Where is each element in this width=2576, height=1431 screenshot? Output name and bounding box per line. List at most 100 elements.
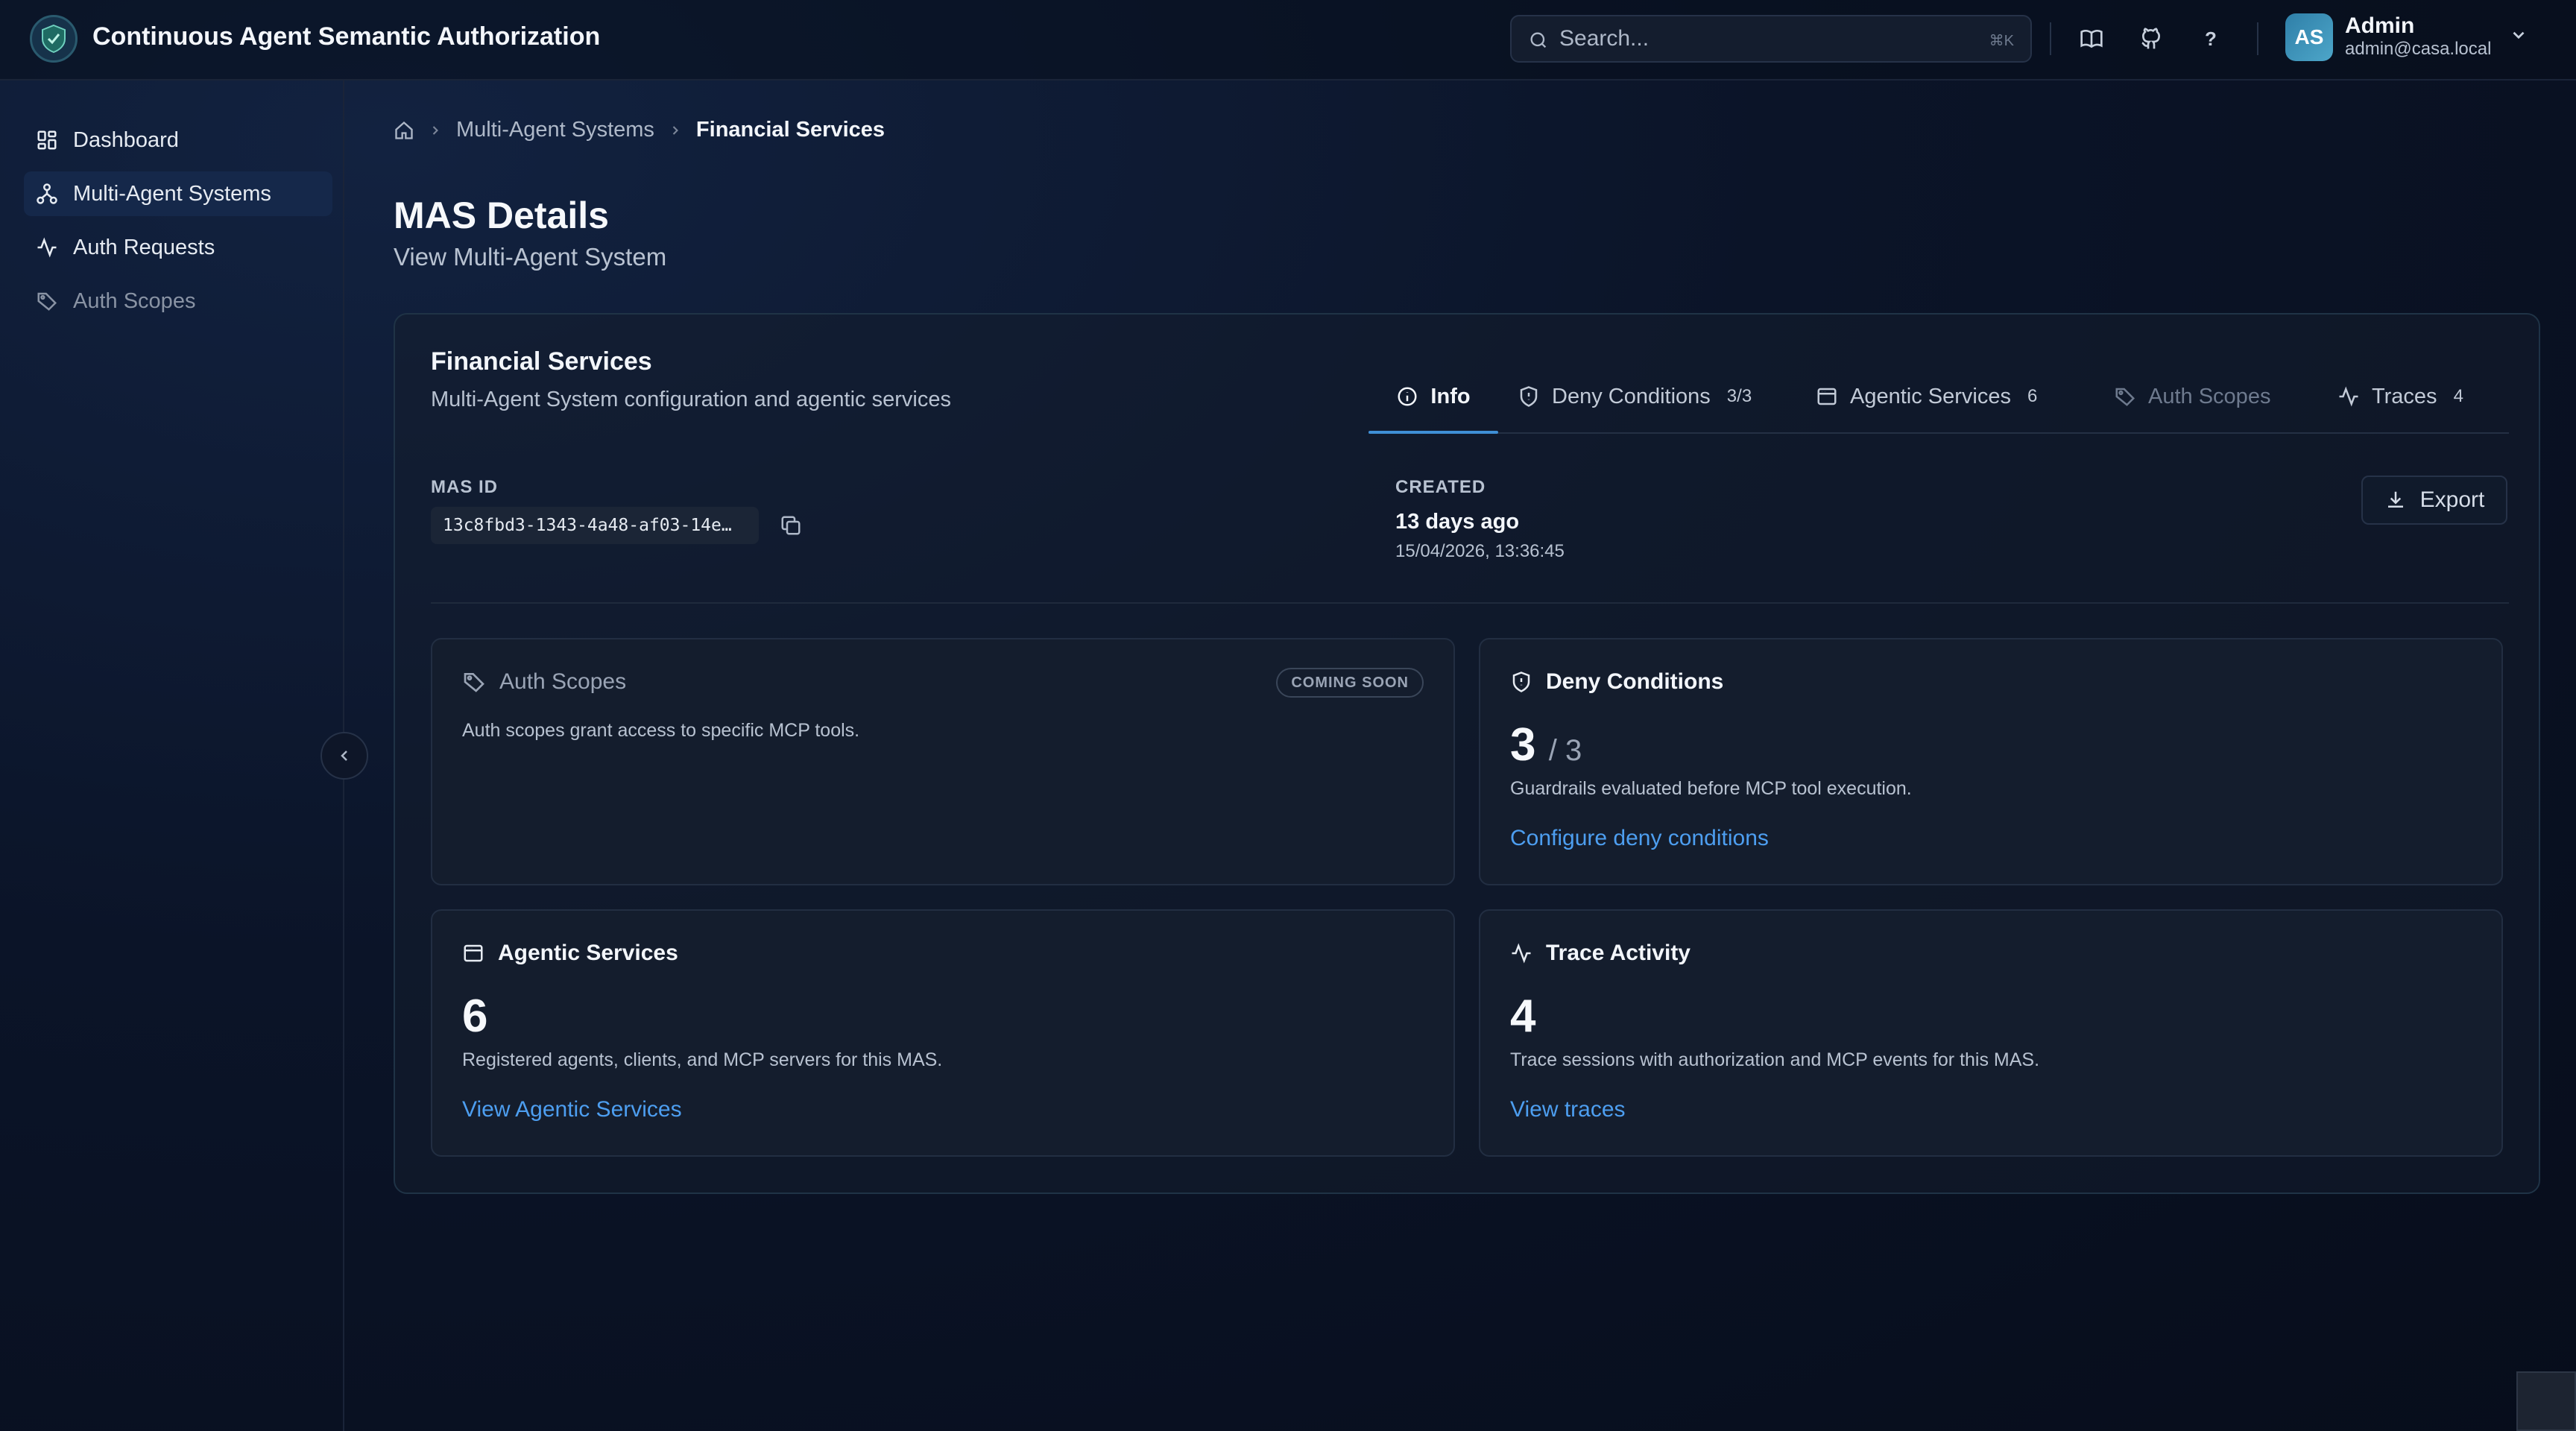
panel-description: Registered agents, clients, and MCP serv… xyxy=(462,1049,943,1070)
user-name[interactable]: Admin xyxy=(2345,13,2414,39)
chevron-right-icon xyxy=(428,123,443,138)
breadcrumb: Multi-Agent Systems Financial Services xyxy=(394,118,885,142)
window-icon xyxy=(1816,385,1838,408)
sidebar-item-label: Multi-Agent Systems xyxy=(73,181,271,206)
search-shortcut: ⌘K xyxy=(1989,33,2014,49)
sidebar: Dashboard Multi-Agent Systems Auth Reque… xyxy=(0,80,344,1431)
copy-icon[interactable] xyxy=(775,510,806,541)
help-icon[interactable]: ? xyxy=(2194,22,2227,55)
search-icon xyxy=(1528,30,1549,51)
panel-title: Auth Scopes xyxy=(499,669,627,694)
breadcrumb-current: Financial Services xyxy=(695,118,886,142)
sidebar-item-label: Auth Scopes xyxy=(73,288,196,313)
search-input[interactable] xyxy=(1559,16,1977,61)
tab-agentic-services[interactable]: Agentic Services 6 xyxy=(1816,361,2037,432)
created-label: CREATED xyxy=(1395,477,1486,497)
sidebar-item-label: Dashboard xyxy=(73,127,179,152)
corner-widget[interactable] xyxy=(2516,1371,2576,1431)
sidebar-item-multi-agent-systems[interactable]: Multi-Agent Systems xyxy=(24,171,332,216)
tab-auth-scopes[interactable]: Auth Scopes xyxy=(2114,361,2270,432)
collapse-sidebar-button[interactable] xyxy=(321,732,368,780)
mas-id-label: MAS ID xyxy=(431,477,498,497)
grid-icon xyxy=(36,129,58,151)
divider xyxy=(431,602,2509,604)
top-bar: Continuous Agent Semantic Authorization … xyxy=(0,0,2576,80)
search-bar[interactable]: ⌘K xyxy=(1510,15,2032,63)
tab-label: Info xyxy=(1430,384,1471,408)
tab-traces[interactable]: Traces 4 xyxy=(2337,361,2463,432)
shield-logo-icon[interactable] xyxy=(30,15,78,63)
panel-title: Trace Activity xyxy=(1546,941,1690,965)
export-button[interactable]: Export xyxy=(2361,476,2507,525)
shield-icon xyxy=(1518,385,1540,408)
tab-count: 3/3 xyxy=(1726,386,1752,406)
app-title: Continuous Agent Semantic Authorization xyxy=(92,22,601,51)
coming-soon-badge: COMING SOON xyxy=(1276,668,1424,698)
configure-deny-conditions-link[interactable]: Configure deny conditions xyxy=(1510,826,1769,851)
mas-id-value[interactable]: 13c8fbd3-1343-4a48-af03-14e… xyxy=(431,507,759,544)
tag-icon xyxy=(36,290,58,312)
docs-book-icon[interactable] xyxy=(2075,22,2108,55)
tab-bar: Info Deny Conditions 3/3 Agentic Service… xyxy=(1368,361,2509,434)
github-icon[interactable] xyxy=(2135,22,2168,55)
agentic-services-panel: Agentic Services 6 Registered agents, cl… xyxy=(431,909,1455,1157)
page-title: MAS Details xyxy=(394,195,609,236)
panel-title: Deny Conditions xyxy=(1546,669,1724,694)
sidebar-item-label: Auth Requests xyxy=(73,235,215,259)
tab-deny-conditions[interactable]: Deny Conditions 3/3 xyxy=(1518,361,1752,432)
tab-count: 4 xyxy=(2453,386,2463,406)
chevron-right-icon xyxy=(668,123,683,138)
page-subtitle: View Multi-Agent System xyxy=(394,243,667,271)
panel-title: Agentic Services xyxy=(498,941,678,965)
tab-info[interactable]: Info xyxy=(1368,361,1498,434)
network-icon xyxy=(36,183,58,205)
tab-label: Traces xyxy=(2372,384,2437,408)
shield-icon xyxy=(1510,671,1532,693)
home-icon[interactable] xyxy=(394,120,414,141)
agentic-services-count: 6 xyxy=(462,991,488,1042)
tab-count: 6 xyxy=(2027,386,2038,406)
panel-description: Guardrails evaluated before MCP tool exe… xyxy=(1510,778,1912,799)
activity-icon xyxy=(1510,942,1532,964)
tab-label: Agentic Services xyxy=(1850,384,2011,408)
count-value: 3 xyxy=(1510,719,1536,771)
sidebar-item-dashboard[interactable]: Dashboard xyxy=(24,118,332,162)
activity-icon xyxy=(2337,385,2360,408)
download-icon xyxy=(2384,489,2407,511)
view-traces-link[interactable]: View traces xyxy=(1510,1097,1626,1122)
sidebar-item-auth-requests[interactable]: Auth Requests xyxy=(24,225,332,270)
tab-label: Auth Scopes xyxy=(2148,384,2271,408)
avatar[interactable]: AS xyxy=(2285,13,2333,61)
chevron-left-icon xyxy=(335,747,353,765)
chevron-down-icon[interactable] xyxy=(2509,25,2528,45)
breadcrumb-link-multi-agent-systems[interactable]: Multi-Agent Systems xyxy=(456,118,654,142)
created-relative: 13 days ago xyxy=(1395,510,1520,534)
panel-header: Deny Conditions xyxy=(1510,669,1723,695)
export-label: Export xyxy=(2419,487,2485,512)
panel-header: Trace Activity xyxy=(1510,941,1690,966)
deny-conditions-count: 3 / 3 xyxy=(1510,718,1582,771)
window-icon xyxy=(462,942,484,964)
info-icon xyxy=(1396,385,1418,408)
divider xyxy=(2050,22,2051,55)
auth-scopes-panel: Auth Scopes COMING SOON Auth scopes gran… xyxy=(431,638,1455,885)
active-tab-indicator xyxy=(1368,431,1498,434)
mas-description: Multi-Agent System configuration and age… xyxy=(431,388,951,411)
mas-name: Financial Services xyxy=(431,347,652,376)
activity-icon xyxy=(36,236,58,259)
trace-activity-panel: Trace Activity 4 Trace sessions with aut… xyxy=(1479,909,2503,1157)
tag-icon xyxy=(2114,385,2136,408)
created-timestamp: 15/04/2026, 13:36:45 xyxy=(1395,541,1565,561)
tag-icon xyxy=(462,670,486,694)
tab-label: Deny Conditions xyxy=(1552,384,1711,408)
user-email: admin@casa.local xyxy=(2345,39,2492,59)
view-agentic-services-link[interactable]: View Agentic Services xyxy=(462,1097,682,1122)
mas-details-card: Financial Services Multi-Agent System co… xyxy=(394,313,2540,1194)
trace-activity-count: 4 xyxy=(1510,991,1536,1042)
deny-conditions-panel: Deny Conditions 3 / 3 Guardrails evaluat… xyxy=(1479,638,2503,885)
panel-description: Auth scopes grant access to specific MCP… xyxy=(462,720,860,741)
panel-header: Agentic Services xyxy=(462,941,678,966)
panel-header: Auth Scopes xyxy=(462,669,626,695)
sidebar-item-auth-scopes[interactable]: Auth Scopes xyxy=(24,279,332,323)
panel-description: Trace sessions with authorization and MC… xyxy=(1510,1049,2040,1070)
